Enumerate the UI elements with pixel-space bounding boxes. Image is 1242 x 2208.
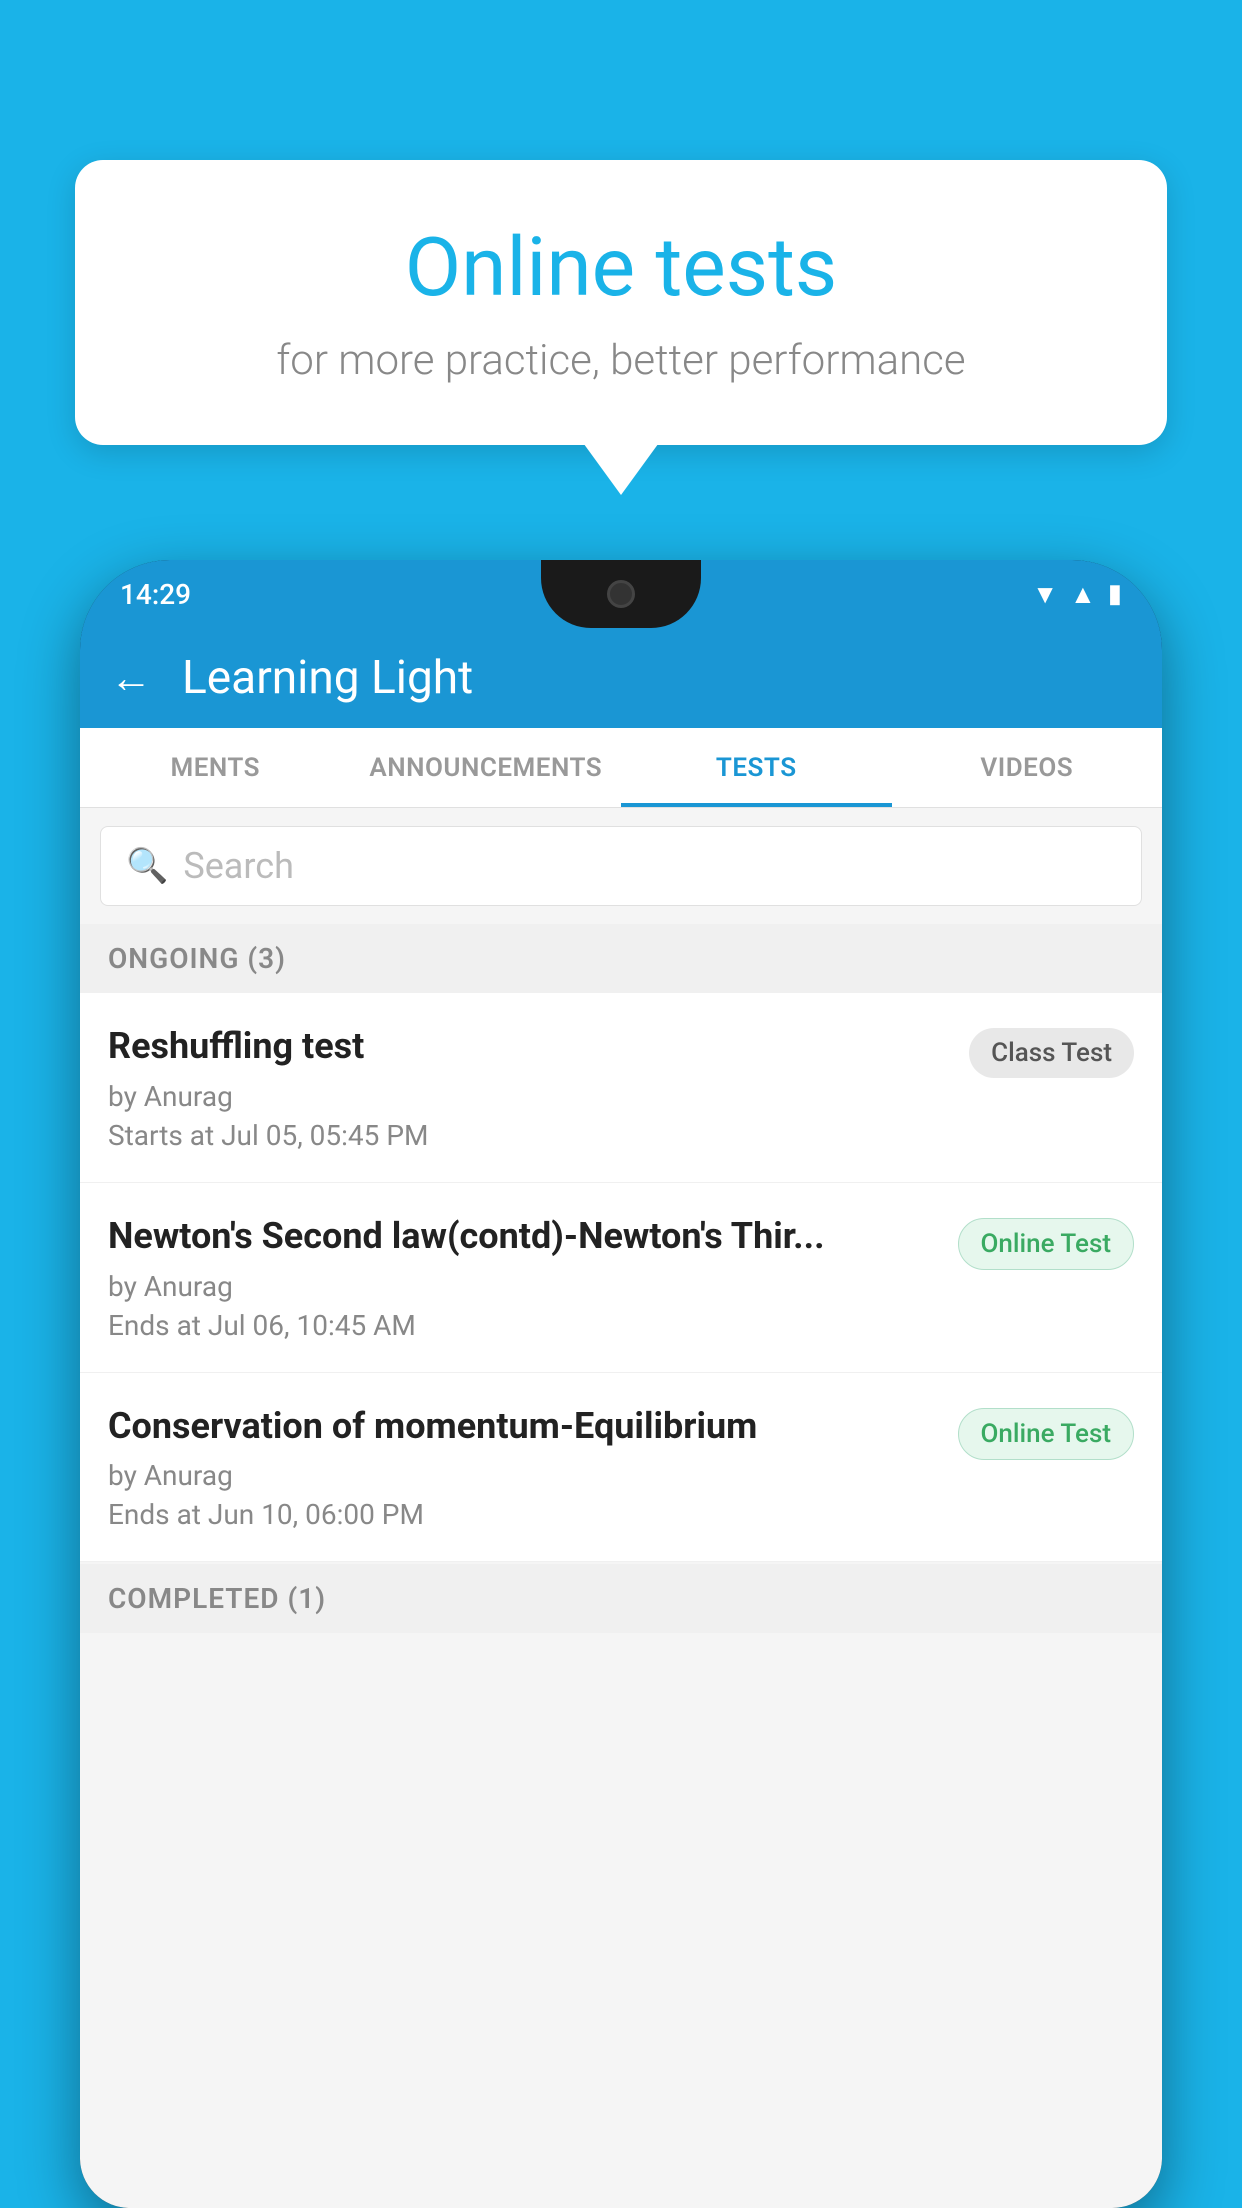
test-badge: Class Test [969,1028,1134,1078]
test-item[interactable]: Conservation of momentum-Equilibrium by … [80,1373,1162,1563]
signal-icon: ▲ [1070,579,1096,610]
status-icons: ▼ ▲ ▮ [1032,579,1122,610]
search-bar[interactable]: 🔍 Search [100,826,1142,906]
test-list: Reshuffling test by Anurag Starts at Jul… [80,993,1162,1562]
test-title: Newton's Second law(contd)-Newton's Thir… [108,1213,938,1260]
search-container: 🔍 Search [80,808,1162,924]
test-time: Starts at Jul 05, 05:45 PM [108,1119,949,1152]
test-title: Conservation of momentum-Equilibrium [108,1403,938,1450]
tab-announcements[interactable]: ANNOUNCEMENTS [351,728,622,807]
test-info: Conservation of momentum-Equilibrium by … [108,1403,958,1532]
test-item[interactable]: Reshuffling test by Anurag Starts at Jul… [80,993,1162,1183]
app-header: ← Learning Light [80,628,1162,728]
phone-content: MENTS ANNOUNCEMENTS TESTS VIDEOS 🔍 Searc… [80,728,1162,2208]
test-title: Reshuffling test [108,1023,949,1070]
phone-notch [541,560,701,628]
battery-icon: ▮ [1108,579,1122,609]
test-time: Ends at Jun 10, 06:00 PM [108,1498,938,1531]
tab-videos[interactable]: VIDEOS [892,728,1163,807]
tab-assignments[interactable]: MENTS [80,728,351,807]
test-author: by Anurag [108,1270,938,1303]
app-title: Learning Light [182,651,473,705]
tabs-bar: MENTS ANNOUNCEMENTS TESTS VIDEOS [80,728,1162,808]
search-placeholder: Search [183,845,294,887]
speech-bubble: Online tests for more practice, better p… [75,160,1167,445]
test-badge: Online Test [958,1408,1135,1460]
wifi-icon: ▼ [1032,579,1058,610]
test-info: Reshuffling test by Anurag Starts at Jul… [108,1023,969,1152]
test-time: Ends at Jul 06, 10:45 AM [108,1309,938,1342]
test-item[interactable]: Newton's Second law(contd)-Newton's Thir… [80,1183,1162,1373]
test-info: Newton's Second law(contd)-Newton's Thir… [108,1213,958,1342]
search-icon: 🔍 [126,846,168,886]
test-author: by Anurag [108,1459,938,1492]
ongoing-section-header: ONGOING (3) [80,924,1162,993]
phone-camera [607,580,635,608]
tab-tests[interactable]: TESTS [621,728,892,807]
status-time: 14:29 [120,578,191,611]
phone-frame: 14:29 ▼ ▲ ▮ ← Learning Light MENTS ANNOU… [80,560,1162,2208]
test-author: by Anurag [108,1080,949,1113]
back-button[interactable]: ← [110,654,152,703]
bubble-subtitle: for more practice, better performance [125,336,1117,385]
test-badge: Online Test [958,1218,1135,1270]
completed-section-header: COMPLETED (1) [80,1564,1162,1633]
bubble-title: Online tests [125,220,1117,316]
status-bar: 14:29 ▼ ▲ ▮ [80,560,1162,628]
